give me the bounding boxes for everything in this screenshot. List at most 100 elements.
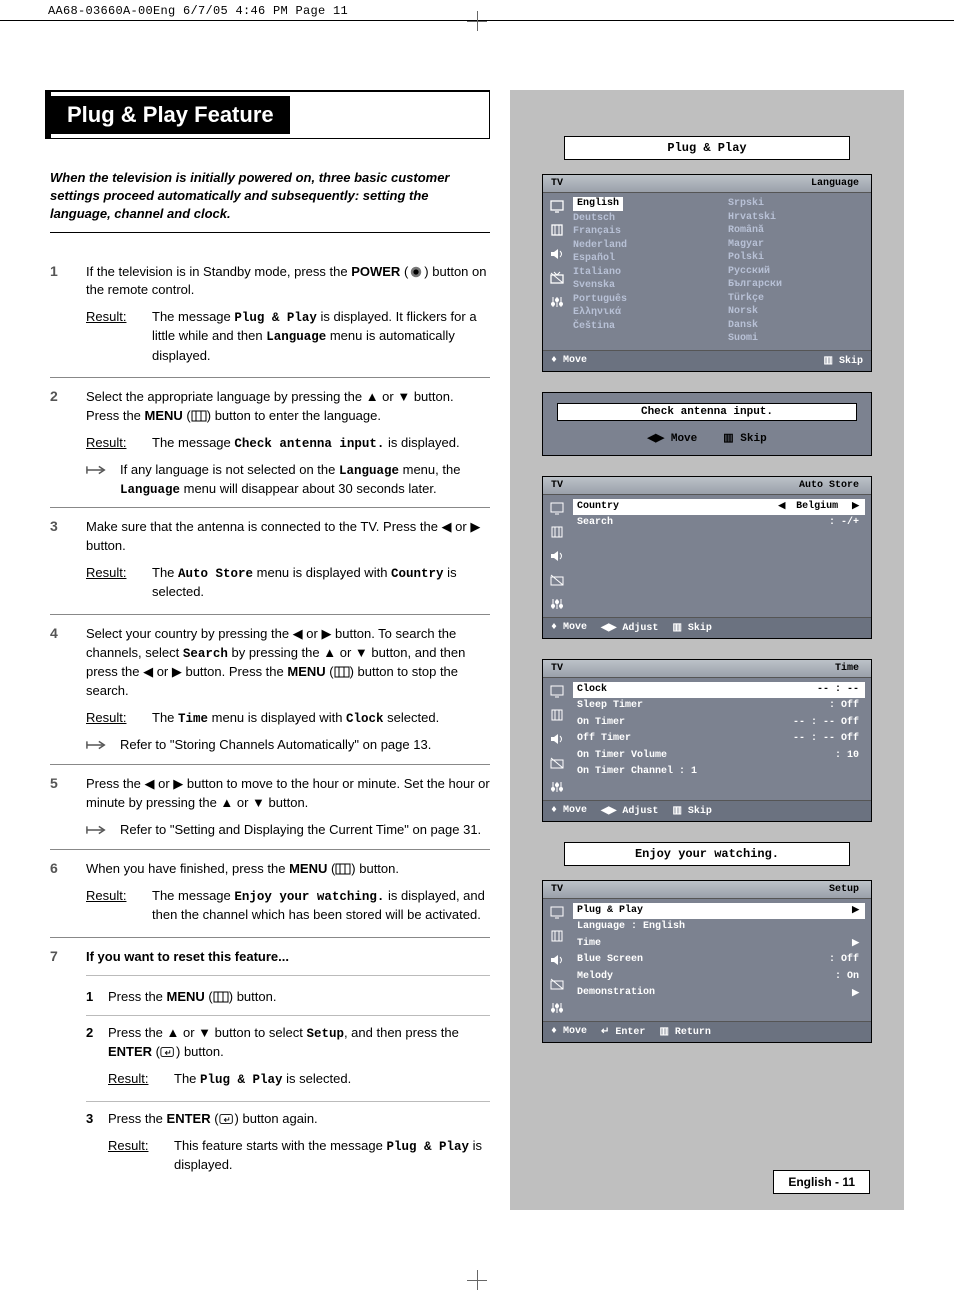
- osd-header-tv: TV: [543, 663, 571, 674]
- picture-icon: [549, 199, 565, 213]
- note-arrow-icon: [86, 821, 120, 841]
- result-label: Result:: [86, 709, 152, 728]
- result-label: Result:: [86, 308, 152, 365]
- enter-icon: [219, 1112, 235, 1126]
- osd-header-tv: TV: [543, 884, 571, 895]
- step-number: 4: [50, 625, 86, 756]
- result-text: The Plug & Play is selected.: [174, 1070, 490, 1089]
- section-title: Plug & Play Feature: [51, 96, 290, 134]
- language-option: Magyar: [728, 238, 865, 252]
- osd-hint-skip: ▥ Skip: [824, 355, 863, 367]
- language-option: Nederland: [573, 239, 710, 253]
- osd-header-tv: TV: [543, 480, 571, 491]
- result-label: Result:: [86, 564, 152, 602]
- text: Press the ◀ or ▶ button to move to the h…: [86, 776, 490, 810]
- osd-title: Setup: [829, 884, 871, 895]
- osd-hint-skip: ▥ Skip: [723, 431, 766, 445]
- result-text: The Auto Store menu is displayed with Co…: [152, 564, 490, 602]
- menu-row-country: Country ◀ Belgium ▶: [573, 499, 865, 516]
- note-arrow-icon: [86, 461, 120, 499]
- language-option: Türkçe: [728, 292, 865, 306]
- osd-hint-skip: ▥ Skip: [672, 622, 711, 634]
- step-number: 3: [50, 518, 86, 606]
- menu-row-plugplay: Plug & Play▶: [573, 903, 865, 920]
- result-label: Result:: [108, 1137, 174, 1175]
- language-option: Español: [573, 252, 710, 266]
- step-6: 6 When you have finished, press the MENU…: [50, 860, 490, 938]
- osd-hint-adjust: ◀▶ Adjust: [601, 622, 658, 634]
- osd-sidebar-icons: [543, 193, 571, 350]
- substep-number: 1: [86, 988, 108, 1007]
- osd-hint-return: ▥ Return: [659, 1026, 710, 1038]
- language-option: Français: [573, 225, 710, 239]
- result-text: The message Enjoy your watching. is disp…: [152, 887, 490, 925]
- substep-3: 3 Press the ENTER () button again. Resul…: [86, 1102, 490, 1187]
- text: When you have finished, press the MENU (…: [86, 861, 399, 876]
- menu-row-search: Search : -/+: [573, 515, 865, 532]
- step-number: 7: [50, 948, 86, 1187]
- osd-title: Auto Store: [799, 480, 871, 491]
- text: Press the MENU () button.: [108, 988, 490, 1007]
- menu-icon: [335, 862, 351, 876]
- menu-row-time: Time▶: [573, 936, 865, 953]
- substep-1: 1 Press the MENU () button.: [86, 980, 490, 1016]
- menu-icon: [191, 409, 207, 423]
- osd-hint-enter: ↵ Enter: [601, 1026, 645, 1038]
- section-title-box: Plug & Play Feature: [45, 90, 490, 139]
- power-icon: [408, 265, 424, 279]
- osd-hint-move: ♦ Move: [551, 622, 587, 634]
- note-text: If any language is not selected on the L…: [120, 461, 490, 499]
- step-1: 1 If the television is in Standby mode, …: [50, 263, 490, 379]
- menu-row-offtimer: Off Timer-- : -- Off: [573, 731, 865, 748]
- language-option: Svenska: [573, 279, 710, 293]
- osd-sidebar-icons: [543, 678, 571, 800]
- menu-row-clock: Clock-- : --: [573, 682, 865, 699]
- substep-number: 3: [86, 1110, 108, 1179]
- step-3: 3 Make sure that the antenna is connecte…: [50, 518, 490, 615]
- speaker-icon: [549, 247, 565, 261]
- language-option: Italiano: [573, 266, 710, 280]
- osd-language-menu: TV Language EnglishDeutschFrançaisNederl…: [542, 174, 872, 372]
- osd-auto-store: TV Auto Store Country ◀ Belgium: [542, 476, 872, 639]
- page-number: English - 11: [773, 1170, 870, 1194]
- osd-time: TV Time Clock-- : -- Sleep Timer: Off On…: [542, 659, 872, 822]
- intro-text: When the television is initially powered…: [50, 169, 490, 233]
- osd-title: Language: [811, 178, 871, 189]
- step-number: 2: [50, 388, 86, 499]
- step-2: 2 Select the appropriate language by pre…: [50, 388, 490, 508]
- note-text: Refer to "Setting and Displaying the Cur…: [120, 821, 490, 841]
- menu-icon: [334, 665, 350, 679]
- note-arrow-icon: [86, 736, 120, 756]
- menu-row-ontimer: On Timer-- : -- Off: [573, 715, 865, 732]
- enter-icon: [160, 1045, 176, 1059]
- language-option: Polski: [728, 251, 865, 265]
- osd-check-antenna: Check antenna input. ◀▶ Move ▥ Skip: [542, 392, 872, 456]
- result-text: The message Plug & Play is displayed. It…: [152, 308, 490, 365]
- result-label: Result:: [86, 887, 152, 925]
- osd-sidebar-icons: [543, 899, 571, 1021]
- language-option: Deutsch: [573, 212, 710, 226]
- text: If the television is in Standby mode, pr…: [86, 264, 351, 279]
- sound-icon: [549, 223, 565, 237]
- language-option: Srpski: [728, 197, 865, 211]
- osd-hint-skip: ▥ Skip: [672, 805, 711, 817]
- language-option: Dansk: [728, 319, 865, 333]
- result-text: The Time menu is displayed with Clock se…: [152, 709, 490, 728]
- substep-number: 2: [86, 1024, 108, 1093]
- step-number: 1: [50, 263, 86, 370]
- text: Select the appropriate language by press…: [86, 389, 454, 423]
- osd-message: Check antenna input.: [557, 403, 857, 421]
- language-option: Русский: [728, 265, 865, 279]
- reset-heading: If you want to reset this feature...: [86, 948, 490, 976]
- crop-mark-bottom: [0, 1270, 954, 1300]
- menu-row-blue: Blue Screen: Off: [573, 952, 865, 969]
- note-text: Refer to "Storing Channels Automatically…: [120, 736, 490, 756]
- step-7: 7 If you want to reset this feature... 1…: [50, 948, 490, 1195]
- language-option: Čeština: [573, 320, 710, 334]
- result-label: Result:: [86, 434, 152, 453]
- osd-hint-move: ♦ Move: [551, 1026, 587, 1038]
- language-option: Português: [573, 293, 710, 307]
- text: Select your country by pressing the ◀ or…: [86, 626, 465, 698]
- step-number: 6: [50, 860, 86, 929]
- language-list: EnglishDeutschFrançaisNederlandEspañolIt…: [573, 197, 865, 346]
